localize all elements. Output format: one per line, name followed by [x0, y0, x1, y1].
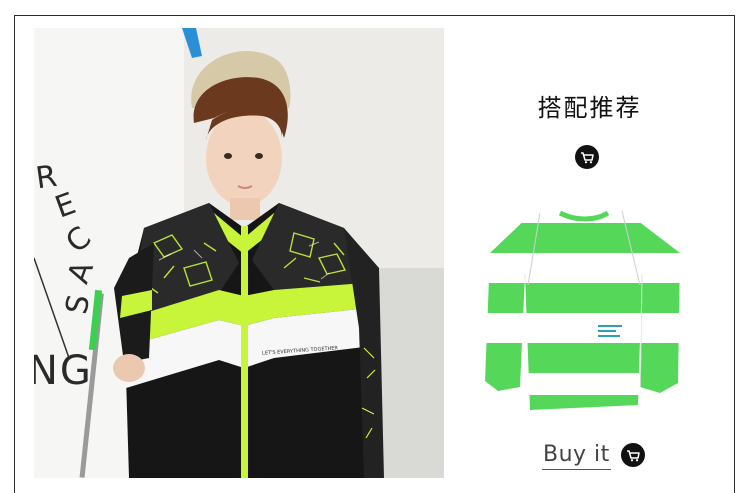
recommend-title: 搭配推荐: [537, 94, 642, 122]
buy-it-link[interactable]: Buy it: [542, 441, 611, 470]
shopping-cart-icon: [575, 145, 599, 169]
product-image-striped-tee[interactable]: [480, 205, 690, 420]
buy-it-row[interactable]: Buy it: [542, 440, 645, 470]
model-photo: R E C A S NG LET'S EVERYTHING TOGETHER: [34, 28, 444, 478]
backdrop-lettering-bottom: NG: [34, 348, 93, 394]
shopping-cart-icon[interactable]: [620, 443, 645, 467]
